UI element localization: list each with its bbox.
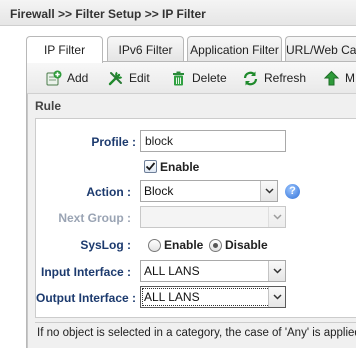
refresh-button[interactable]: Refresh	[242, 68, 306, 88]
enable-label: Enable	[160, 160, 200, 174]
add-button[interactable]: Add	[45, 68, 88, 88]
tools-icon	[108, 71, 123, 85]
add-icon	[46, 70, 62, 85]
tab-bar: IP Filter IPv6 Filter Application Filter…	[0, 26, 356, 63]
move-button[interactable]: M	[323, 68, 355, 88]
move-label: M	[345, 71, 355, 85]
syslog-label: SysLog :	[80, 238, 131, 252]
tab-application-filter[interactable]: Application Filter	[187, 36, 282, 62]
chevron-down-icon	[268, 287, 285, 307]
refresh-icon	[243, 71, 258, 85]
syslog-disable-label: Disable	[225, 238, 268, 252]
chevron-down-icon	[268, 207, 285, 227]
syslog-enable-label: Enable	[164, 238, 204, 252]
help-icon[interactable]: ?	[285, 184, 300, 199]
input-interface-select[interactable]: ALL LANS	[140, 260, 286, 282]
info-note: If no object is selected in a category, …	[35, 322, 356, 344]
delete-label: Delete	[192, 71, 227, 85]
action-value: Block	[144, 184, 174, 198]
next-group-label: Next Group :	[58, 211, 131, 225]
output-interface-select[interactable]: ALL LANS	[140, 286, 286, 308]
chevron-down-icon	[260, 181, 277, 201]
add-label: Add	[67, 71, 89, 85]
chevron-down-icon	[268, 261, 285, 281]
trash-icon	[173, 71, 184, 85]
refresh-label: Refresh	[264, 71, 307, 85]
tab-ip-filter[interactable]: IP Filter	[26, 36, 103, 63]
output-interface-value: ALL LANS	[144, 290, 200, 304]
input-interface-label: Input Interface :	[40, 265, 131, 279]
breadcrumb: Firewall >> Filter Setup >> IP Filter	[0, 0, 356, 26]
output-interface-label: Output Interface :	[36, 291, 137, 305]
enable-checkbox[interactable]	[144, 160, 157, 173]
rule-header: Rule	[35, 99, 62, 113]
edit-button[interactable]: Edit	[107, 68, 150, 88]
profile-input[interactable]: block	[140, 130, 286, 152]
arrow-up-icon	[323, 70, 340, 85]
checkmark-icon	[145, 162, 156, 171]
action-select[interactable]: Block	[140, 180, 278, 202]
action-label: Action :	[86, 185, 131, 199]
syslog-disable-radio[interactable]	[209, 239, 222, 252]
delete-button[interactable]: Delete	[170, 68, 227, 88]
tab-url-web-category[interactable]: URL/Web Ca	[285, 36, 356, 62]
profile-label: Profile :	[91, 135, 136, 149]
toolbar: Add Edit Delete Refresh M	[27, 62, 356, 94]
next-group-select	[140, 206, 286, 228]
tab-ipv6-filter[interactable]: IPv6 Filter	[107, 36, 184, 62]
syslog-enable-radio[interactable]	[148, 239, 161, 252]
input-interface-value: ALL LANS	[144, 264, 200, 278]
edit-label: Edit	[129, 71, 150, 85]
